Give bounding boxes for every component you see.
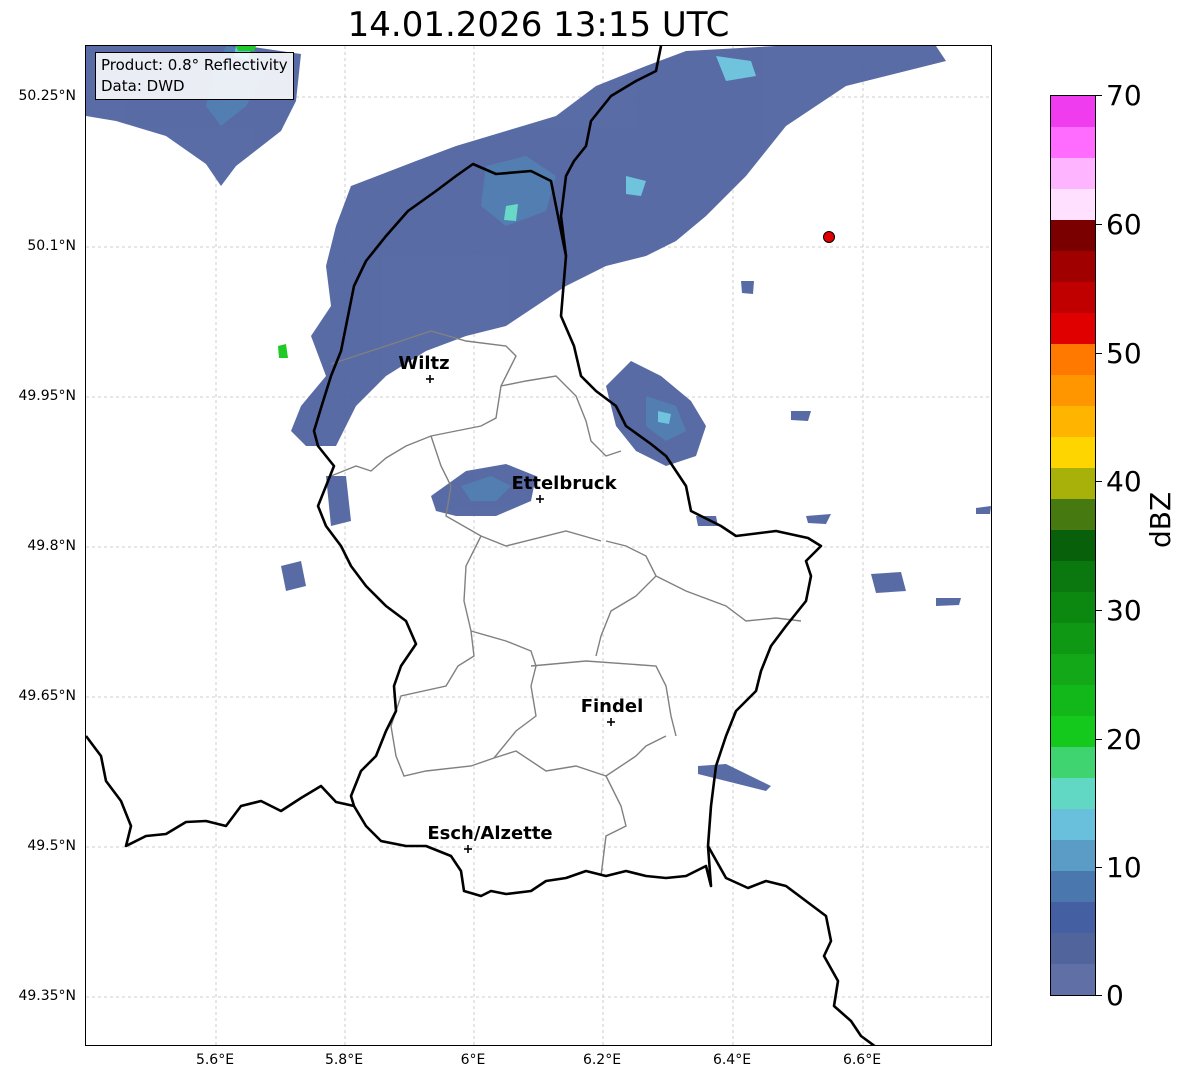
echo-frag-6	[698, 764, 771, 791]
city-marker-esch	[464, 845, 472, 853]
lat-label: 49.95°N	[18, 388, 76, 404]
city-marker-wiltz	[426, 375, 434, 383]
echo-north-cyan1	[504, 204, 518, 221]
colorbar-label: 50	[1106, 337, 1142, 370]
colorbar-segment	[1051, 282, 1095, 313]
colorbar-label: 10	[1106, 851, 1142, 884]
lat-label: 49.35°N	[18, 988, 76, 1004]
city-label-wiltz: Wiltz	[398, 353, 449, 374]
info-data: Data: DWD	[101, 77, 185, 95]
colorbar-label: 20	[1106, 723, 1142, 756]
colorbar-tick	[1096, 610, 1102, 611]
colorbar-segment	[1051, 313, 1095, 344]
colorbar	[1050, 95, 1096, 996]
colorbar-segment	[1051, 561, 1095, 592]
colorbar-segment	[1051, 251, 1095, 282]
colorbar-segment	[1051, 778, 1095, 809]
colorbar-segment	[1051, 716, 1095, 747]
colorbar-segment	[1051, 685, 1095, 716]
colorbar-segment	[1051, 189, 1095, 220]
echo-frag-1	[281, 561, 306, 591]
colorbar-segment	[1051, 437, 1095, 468]
echo-frag-7	[806, 514, 831, 524]
lat-label: 50.25°N	[18, 88, 76, 104]
city-label-ettelbruck: Ettelbruck	[511, 473, 617, 494]
colorbar-segment	[1051, 840, 1095, 871]
map-title: 14.01.2026 13:15 UTC	[347, 5, 730, 45]
colorbar-tick	[1096, 995, 1102, 996]
lon-label: 6°E	[460, 1052, 486, 1068]
lat-label: 50.1°N	[27, 238, 76, 254]
colorbar-segment	[1051, 406, 1095, 437]
info-box: Product: 0.8° Reflectivity Data: DWD	[95, 52, 294, 100]
echo-frag-8	[696, 516, 718, 526]
lat-label: 49.5°N	[27, 838, 76, 854]
colorbar-label: 70	[1106, 79, 1142, 112]
map-svg: Wiltz Ettelbruck Findel Esch/Alzette	[86, 46, 991, 1045]
colorbar-label: 0	[1106, 979, 1124, 1012]
colorbar-segment	[1051, 871, 1095, 902]
radar-map[interactable]: Wiltz Ettelbruck Findel Esch/Alzette Pro…	[85, 45, 992, 1046]
colorbar-segment	[1051, 530, 1095, 561]
echo-frag-4	[871, 572, 906, 593]
colorbar-segment	[1051, 96, 1095, 127]
lon-label: 6.6°E	[842, 1052, 882, 1068]
lon-label: 5.8°E	[324, 1052, 364, 1068]
echo-frag-2	[326, 476, 351, 526]
colorbar-tick	[1096, 353, 1102, 354]
colorbar-segment	[1051, 964, 1095, 995]
city-marker-findel	[607, 718, 615, 726]
colorbar-label: 60	[1106, 208, 1142, 241]
echo-frag-5	[936, 598, 961, 606]
lat-label: 49.65°N	[18, 688, 76, 704]
lon-label: 6.2°E	[582, 1052, 622, 1068]
colorbar-segment	[1051, 809, 1095, 840]
colorbar-label: 30	[1106, 594, 1142, 627]
radar-echoes	[86, 46, 991, 791]
colorbar-segment	[1051, 623, 1095, 654]
echo-frag-9	[741, 281, 754, 294]
radar-site-marker	[823, 231, 835, 243]
echo-frag-10	[976, 506, 991, 514]
colorbar-segment	[1051, 933, 1095, 964]
city-markers	[426, 375, 615, 853]
colorbar-label: 40	[1106, 465, 1142, 498]
city-label-findel: Findel	[581, 696, 644, 717]
colorbar-segment	[1051, 344, 1095, 375]
border-belgium-france	[86, 735, 355, 848]
lon-label: 6.4°E	[712, 1052, 752, 1068]
colorbar-tick	[1096, 224, 1102, 225]
colorbar-segment	[1051, 902, 1095, 933]
echo-nw-green	[236, 46, 256, 51]
colorbar-tick	[1096, 867, 1102, 868]
colorbar-segment	[1051, 747, 1095, 778]
colorbar-tick	[1096, 95, 1102, 96]
colorbar-segment	[1051, 499, 1095, 530]
lon-label: 5.6°E	[195, 1052, 235, 1068]
echo-frag-3	[791, 411, 811, 421]
colorbar-tick	[1096, 481, 1102, 482]
lat-label: 49.8°N	[27, 538, 76, 554]
colorbar-unit: dBZ	[1144, 491, 1177, 548]
canton-borders	[330, 330, 802, 877]
colorbar-segment	[1051, 375, 1095, 406]
colorbar-segment	[1051, 592, 1095, 623]
colorbar-segment	[1051, 158, 1095, 189]
info-product: Product: 0.8° Reflectivity	[101, 56, 288, 74]
colorbar-segment	[1051, 220, 1095, 251]
echo-green-west	[278, 344, 288, 358]
city-label-esch: Esch/Alzette	[427, 823, 552, 844]
colorbar-segment	[1051, 654, 1095, 685]
colorbar-segment	[1051, 468, 1095, 499]
colorbar-tick	[1096, 739, 1102, 740]
city-marker-ettelbruck	[536, 495, 544, 503]
colorbar-segment	[1051, 127, 1095, 158]
